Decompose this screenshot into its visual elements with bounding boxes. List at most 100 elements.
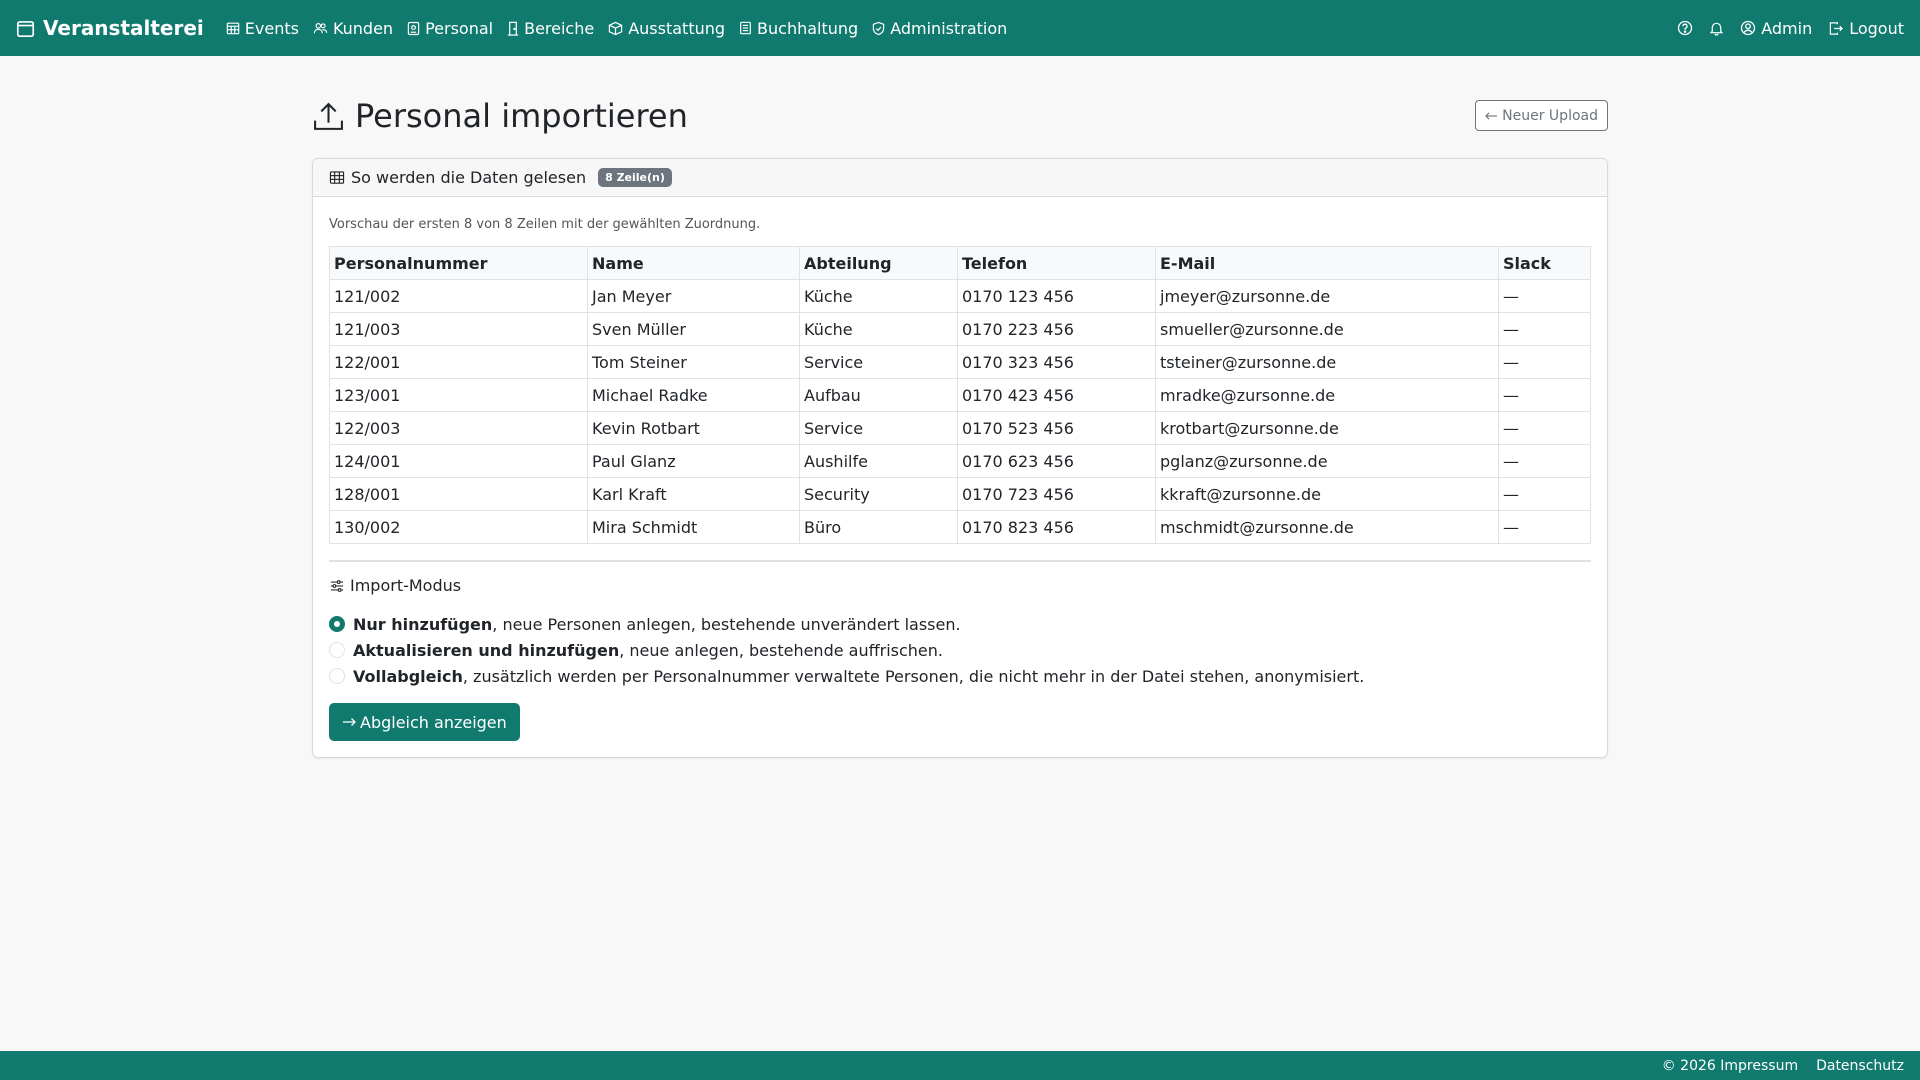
nav-personal[interactable]: Personal bbox=[407, 19, 493, 38]
cell-name: Tom Steiner bbox=[587, 345, 800, 379]
cell-email: krotbart@zursonne.de bbox=[1155, 411, 1499, 445]
upload-icon bbox=[312, 100, 345, 133]
cell-telefon: 0170 723 456 bbox=[957, 477, 1156, 511]
nav-bereiche-label: Bereiche bbox=[524, 18, 595, 38]
nav-administration[interactable]: Administration bbox=[872, 19, 1007, 38]
bell-icon[interactable] bbox=[1709, 20, 1724, 36]
table-row: 124/001 Paul Glanz Aushilfe 0170 623 456… bbox=[329, 444, 1591, 478]
cell-abteilung: Security bbox=[799, 477, 958, 511]
main-content: Personal importieren Neuer Upload So wer… bbox=[312, 80, 1608, 758]
import-mode-option-add[interactable]: Nur hinzufügen, neue Personen anlegen, b… bbox=[329, 611, 1591, 637]
privacy-link[interactable]: Datenschutz bbox=[1816, 1058, 1904, 1074]
table-icon bbox=[329, 170, 345, 185]
calendar-grid-icon bbox=[226, 21, 240, 35]
brand-link[interactable]: Veranstalterei bbox=[16, 16, 204, 40]
option-label-rest: , zusätzlich werden per Personalnummer v… bbox=[462, 666, 1365, 686]
table-header-row: Personalnummer Name Abteilung Telefon E-… bbox=[329, 246, 1591, 280]
nav-buchhaltung-label: Buchhaltung bbox=[757, 18, 859, 38]
cell-email: pglanz@zursonne.de bbox=[1155, 444, 1499, 478]
section-divider bbox=[329, 560, 1591, 562]
user-menu[interactable]: Admin bbox=[1740, 19, 1812, 38]
table-row: 121/003 Sven Müller Küche 0170 223 456 s… bbox=[329, 312, 1591, 346]
new-upload-button[interactable]: Neuer Upload bbox=[1475, 100, 1608, 131]
cell-email: mradke@zursonne.de bbox=[1155, 378, 1499, 412]
table-row: 130/002 Mira Schmidt Büro 0170 823 456 m… bbox=[329, 510, 1591, 544]
cell-personalnummer: 130/002 bbox=[329, 510, 588, 544]
preview-card: So werden die Daten gelesen 8 Zeile(n) V… bbox=[312, 158, 1608, 758]
logout-icon bbox=[1828, 21, 1844, 36]
column-header: Telefon bbox=[957, 246, 1156, 280]
cell-email: mschmidt@zursonne.de bbox=[1155, 510, 1499, 544]
cell-slack: — bbox=[1498, 510, 1591, 544]
cell-name: Paul Glanz bbox=[587, 444, 800, 478]
nav-administration-label: Administration bbox=[890, 18, 1008, 38]
radio-full-sync[interactable] bbox=[329, 668, 345, 684]
nav-events-label: Events bbox=[244, 18, 299, 38]
cell-email: tsteiner@zursonne.de bbox=[1155, 345, 1499, 379]
cell-personalnummer: 121/002 bbox=[329, 279, 588, 313]
cell-name: Jan Meyer bbox=[587, 279, 800, 313]
cell-telefon: 0170 523 456 bbox=[957, 411, 1156, 445]
column-header: Slack bbox=[1498, 246, 1591, 280]
show-comparison-button[interactable]: Abgleich anzeigen bbox=[329, 703, 520, 741]
cell-telefon: 0170 123 456 bbox=[957, 279, 1156, 313]
column-header: E-Mail bbox=[1155, 246, 1499, 280]
arrow-right-icon bbox=[342, 717, 356, 727]
import-mode-option-full-sync[interactable]: Vollabgleich, zusätzlich werden per Pers… bbox=[329, 663, 1591, 689]
help-icon[interactable] bbox=[1677, 20, 1693, 36]
column-header: Personalnummer bbox=[329, 246, 588, 280]
user-circle-icon bbox=[1740, 20, 1756, 36]
impressum-link[interactable]: © 2026 Impressum bbox=[1662, 1058, 1798, 1074]
nav-kunden[interactable]: Kunden bbox=[313, 19, 393, 38]
option-label: Vollabgleich, zusätzlich werden per Pers… bbox=[353, 667, 1364, 686]
table-row: 122/001 Tom Steiner Service 0170 323 456… bbox=[329, 345, 1591, 379]
page-title: Personal importieren bbox=[312, 97, 688, 135]
table-row: 122/003 Kevin Rotbart Service 0170 523 4… bbox=[329, 411, 1591, 445]
radio-update-and-add[interactable] bbox=[329, 642, 345, 658]
cell-name: Sven Müller bbox=[587, 312, 800, 346]
option-label: Nur hinzufügen, neue Personen anlegen, b… bbox=[353, 615, 961, 634]
column-header: Name bbox=[587, 246, 800, 280]
cell-email: kkraft@zursonne.de bbox=[1155, 477, 1499, 511]
option-label-rest: , neue anlegen, bestehende auffrischen. bbox=[619, 640, 943, 660]
logout-link[interactable]: Logout bbox=[1828, 19, 1904, 38]
cell-abteilung: Aufbau bbox=[799, 378, 958, 412]
shield-icon bbox=[872, 21, 885, 36]
cell-slack: — bbox=[1498, 312, 1591, 346]
import-mode-option-update[interactable]: Aktualisieren und hinzufügen, neue anleg… bbox=[329, 637, 1591, 663]
cell-personalnummer: 121/003 bbox=[329, 312, 588, 346]
table-row: 123/001 Michael Radke Aufbau 0170 423 45… bbox=[329, 378, 1591, 412]
user-menu-label: Admin bbox=[1761, 18, 1813, 38]
cell-slack: — bbox=[1498, 378, 1591, 412]
footer: © 2026 Impressum Datenschutz bbox=[0, 1051, 1920, 1080]
ledger-icon bbox=[739, 21, 752, 35]
table-row: 121/002 Jan Meyer Küche 0170 123 456 jme… bbox=[329, 279, 1591, 313]
column-header: Abteilung bbox=[799, 246, 958, 280]
radio-add-only[interactable] bbox=[329, 616, 345, 632]
card-header: So werden die Daten gelesen 8 Zeile(n) bbox=[313, 159, 1607, 197]
card-title: So werden die Daten gelesen bbox=[351, 168, 587, 187]
cell-abteilung: Küche bbox=[799, 312, 958, 346]
cell-email: smueller@zursonne.de bbox=[1155, 312, 1499, 346]
new-upload-label: Neuer Upload bbox=[1502, 107, 1598, 124]
card-body: Vorschau der ersten 8 von 8 Zeilen mit d… bbox=[313, 197, 1607, 757]
show-comparison-label: Abgleich anzeigen bbox=[360, 712, 507, 732]
nav-ausstattung[interactable]: Ausstattung bbox=[608, 19, 725, 38]
people-icon bbox=[313, 21, 328, 35]
nav-buchhaltung[interactable]: Buchhaltung bbox=[739, 19, 858, 38]
cell-slack: — bbox=[1498, 444, 1591, 478]
door-icon bbox=[507, 21, 519, 36]
preview-help-text: Vorschau der ersten 8 von 8 Zeilen mit d… bbox=[329, 217, 761, 232]
cell-telefon: 0170 323 456 bbox=[957, 345, 1156, 379]
cell-abteilung: Service bbox=[799, 345, 958, 379]
cell-personalnummer: 122/001 bbox=[329, 345, 588, 379]
nav-events[interactable]: Events bbox=[226, 19, 299, 38]
brand-label: Veranstalterei bbox=[43, 16, 204, 40]
cell-slack: — bbox=[1498, 279, 1591, 313]
cell-abteilung: Aushilfe bbox=[799, 444, 958, 478]
nav-bereiche[interactable]: Bereiche bbox=[507, 19, 594, 38]
cell-name: Kevin Rotbart bbox=[587, 411, 800, 445]
badge-icon bbox=[407, 21, 420, 36]
cell-personalnummer: 123/001 bbox=[329, 378, 588, 412]
cell-telefon: 0170 623 456 bbox=[957, 444, 1156, 478]
